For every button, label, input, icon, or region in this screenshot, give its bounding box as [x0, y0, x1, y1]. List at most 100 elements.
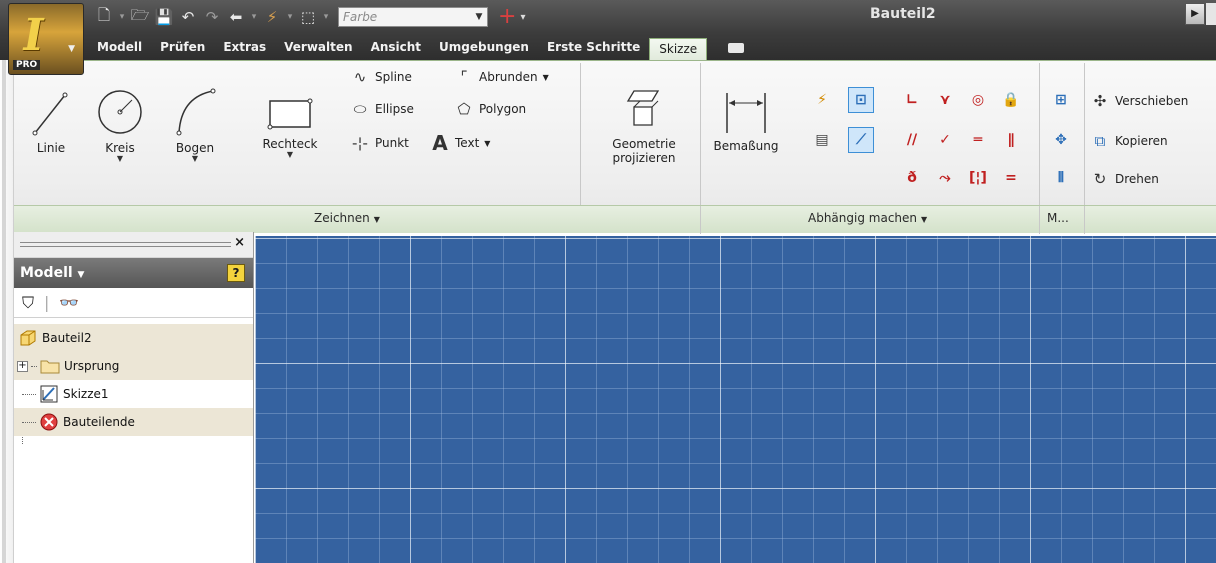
filter-icon[interactable]: ⛉ — [22, 293, 34, 313]
rectangle-button[interactable]: Rechteck ▼ — [258, 95, 322, 159]
rotate-button[interactable]: ↻ Drehen — [1090, 169, 1159, 189]
mirror-icon[interactable]: ⫴ — [1048, 165, 1074, 191]
chevron-down-icon[interactable]: ▼ — [258, 151, 322, 159]
update-dropdown-icon[interactable]: ▾ — [286, 12, 294, 22]
tree-node-end-of-part[interactable]: Bauteilende — [14, 408, 253, 436]
tab-erste-schritte[interactable]: Erste Schritte — [538, 36, 649, 60]
tab-pruefen[interactable]: Prüfen — [151, 36, 214, 60]
spline-button[interactable]: ∿ Spline — [350, 67, 412, 87]
tree-node-end-of-part-label: Bauteilende — [63, 415, 135, 429]
grip-handle[interactable] — [20, 242, 231, 247]
construction-icon[interactable]: ⟋ — [848, 127, 874, 153]
collinear-icon[interactable]: ⋎ — [932, 87, 958, 113]
coincident-icon[interactable]: ∟ — [899, 87, 925, 113]
line-button[interactable]: Linie — [26, 89, 76, 155]
fillet-button[interactable]: ⌜ Abrunden ▼ — [454, 67, 549, 87]
project-geometry-button[interactable]: Geometrie projizieren — [594, 85, 694, 165]
equal-icon[interactable]: = — [998, 165, 1024, 191]
tree-node-sketch[interactable]: Skizze1 — [14, 380, 253, 408]
fillet-icon: ⌜ — [460, 68, 468, 86]
tab-skizze[interactable]: Skizze — [649, 38, 708, 62]
color-combo[interactable]: Farbe ▼ — [338, 7, 488, 27]
tab-extras[interactable]: Extras — [214, 36, 275, 60]
constraint-settings-icon[interactable]: ▤ — [809, 127, 835, 153]
tab-modell[interactable]: Modell — [88, 36, 151, 60]
move-label: Verschieben — [1115, 94, 1189, 108]
circle-button[interactable]: Kreis ▼ — [94, 87, 146, 163]
circular-pattern-icon[interactable]: ✥ — [1048, 127, 1074, 153]
tree-connector — [22, 393, 36, 395]
fix-icon[interactable]: 🔒 — [998, 87, 1024, 113]
chevron-down-icon[interactable]: ▼ — [543, 73, 549, 82]
parallel-icon[interactable]: // — [899, 127, 925, 153]
tree-node-part[interactable]: Bauteil2 — [14, 324, 253, 352]
point-button[interactable]: -¦- Punkt — [350, 133, 409, 153]
chevron-down-icon[interactable]: ▼ — [169, 155, 221, 163]
new-icon[interactable]: 🗋 — [94, 6, 114, 27]
panel-abhaengig[interactable]: Abhängig machen ▼ — [808, 211, 927, 225]
ellipse-button[interactable]: ⬭ Ellipse — [350, 99, 414, 119]
panel-modify[interactable]: M... — [1047, 211, 1069, 225]
pattern-icon[interactable]: ⊞ — [1048, 87, 1074, 113]
play-icon[interactable]: ▶ — [1185, 3, 1205, 25]
return-dropdown-icon[interactable]: ▾ — [250, 12, 258, 22]
browser-title[interactable]: Modell ▼ — [20, 265, 84, 281]
open-icon[interactable]: 🗁 — [130, 6, 150, 27]
symmetric-icon[interactable]: [¦] — [965, 165, 991, 191]
point-icon: -¦- — [352, 134, 368, 152]
model-browser: × Modell ▼ ? ⛉ | 👓 Bauteil2 + Ursprung S… — [14, 232, 254, 563]
update-icon[interactable]: ⚡ — [262, 7, 282, 27]
customize-qat-icon[interactable]: ▾ — [520, 12, 525, 23]
smooth-icon[interactable]: ⤳ — [932, 165, 958, 191]
horizontal-icon[interactable]: ═ — [965, 127, 991, 153]
separator — [700, 206, 701, 234]
return-icon[interactable]: ⬅ — [226, 7, 246, 27]
undo-icon[interactable]: ↶ — [178, 7, 198, 27]
application-menu-button[interactable]: I ▼ PRO — [8, 3, 84, 75]
arc-icon — [176, 88, 216, 136]
tab-ansicht[interactable]: Ansicht — [362, 36, 430, 60]
panel-zeichnen[interactable]: Zeichnen ▼ — [314, 211, 380, 225]
close-icon[interactable]: × — [234, 235, 245, 250]
expand-icon[interactable]: + — [17, 360, 28, 372]
inventor-logo-icon: I — [18, 10, 49, 61]
tangent-icon[interactable]: ð — [899, 165, 925, 191]
add-icon[interactable]: + — [498, 6, 516, 28]
tree-node-origin[interactable]: + Ursprung — [14, 352, 253, 380]
select-icon[interactable]: ⬚ — [298, 7, 318, 27]
tree-connector — [31, 365, 37, 367]
concentric-icon[interactable]: ◎ — [965, 87, 991, 113]
chevron-down-icon[interactable]: ▼ — [94, 155, 146, 163]
text-button[interactable]: A Text ▼ — [430, 131, 490, 155]
arc-button[interactable]: Bogen ▼ — [169, 87, 221, 163]
find-icon[interactable]: 👓 — [59, 293, 79, 312]
save-icon[interactable]: 💾 — [154, 7, 174, 27]
tree-connector — [22, 421, 36, 423]
tree-node-sketch-label: Skizze1 — [63, 387, 109, 401]
auto-dimension-icon[interactable]: ⚡ — [809, 87, 835, 113]
rotate-icon: ↻ — [1093, 170, 1107, 188]
select-dropdown-icon[interactable]: ▾ — [322, 12, 330, 22]
chevron-down-icon[interactable]: ▼ — [484, 139, 490, 148]
circle-label: Kreis — [105, 141, 135, 155]
info-center-strip — [1206, 3, 1216, 25]
redo-icon[interactable]: ↷ — [202, 7, 222, 27]
new-dropdown-icon[interactable]: ▾ — [118, 12, 126, 22]
ribbon-minimize-button[interactable] — [721, 36, 751, 60]
quick-access-toolbar: 🗋 ▾ 🗁 💾 ↶ ↷ ⬅ ▾ ⚡ ▾ ⬚ ▾ Farbe ▼ + ▾ — [94, 3, 526, 31]
move-button[interactable]: ✣ Verschieben — [1090, 91, 1189, 111]
polygon-button[interactable]: ⬠ Polygon — [454, 99, 526, 119]
vertical-icon[interactable]: ∥ — [998, 127, 1024, 153]
browser-grip[interactable]: × — [14, 232, 253, 258]
help-icon[interactable]: ? — [227, 264, 245, 282]
sketch-canvas[interactable] — [255, 236, 1216, 563]
polygon-label: Polygon — [479, 102, 527, 116]
perpendicular-icon[interactable]: ✓ — [932, 127, 958, 153]
tab-umgebungen[interactable]: Umgebungen — [430, 36, 538, 60]
dimension-button[interactable]: Bemaßung — [708, 89, 784, 153]
copy-button[interactable]: ⧉ Kopieren — [1090, 131, 1168, 151]
chevron-down-icon: ▼ — [373, 215, 380, 224]
chevron-down-icon[interactable]: ▼ — [471, 12, 487, 22]
tab-verwalten[interactable]: Verwalten — [275, 36, 361, 60]
show-constraints-icon[interactable]: ⊡ — [848, 87, 874, 113]
